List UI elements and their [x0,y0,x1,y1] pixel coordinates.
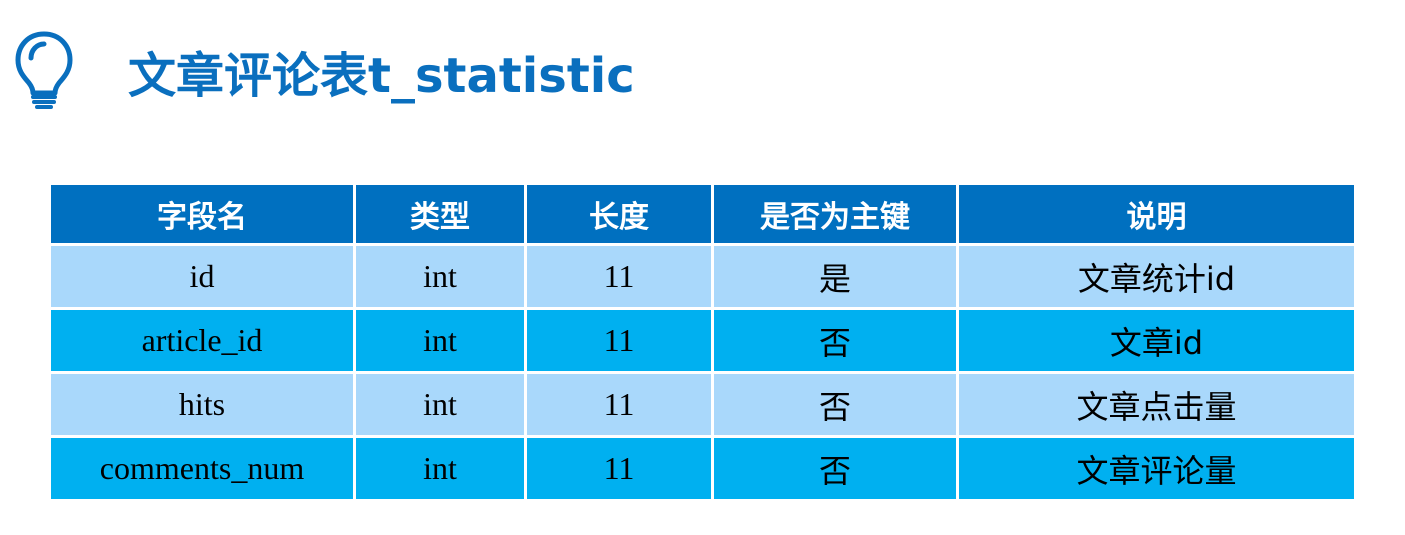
cell-description: 文章点击量 [956,371,1357,438]
lightbulb-icon [15,31,73,109]
cell-type: int [353,371,527,438]
header-primary-key: 是否为主键 [711,182,959,246]
cell-field: hits [48,371,356,438]
cell-description: 文章id [956,307,1357,374]
header-length: 长度 [524,182,714,246]
cell-primary-key: 否 [711,371,959,438]
cell-primary-key: 否 [711,435,959,502]
table-header-row: 字段名 类型 长度 是否为主键 说明 [48,182,1357,246]
cell-length: 11 [524,371,714,438]
cell-length: 11 [524,243,714,310]
cell-field: id [48,243,356,310]
cell-type: int [353,243,527,310]
table-row: comments_num int 11 否 文章评论量 [48,435,1357,502]
cell-description: 文章评论量 [956,435,1357,502]
cell-description: 文章统计id [956,243,1357,310]
table-row: article_id int 11 否 文章id [48,307,1357,374]
cell-type: int [353,435,527,502]
cell-length: 11 [524,307,714,374]
table-row: hits int 11 否 文章点击量 [48,371,1357,438]
cell-primary-key: 否 [711,307,959,374]
cell-type: int [353,307,527,374]
schema-table: 字段名 类型 长度 是否为主键 说明 id int 11 是 文章统计id ar… [48,182,1357,502]
cell-length: 11 [524,435,714,502]
header-type: 类型 [353,182,527,246]
cell-field: article_id [48,307,356,374]
cell-field: comments_num [48,435,356,502]
cell-primary-key: 是 [711,243,959,310]
header-description: 说明 [956,182,1357,246]
table-row: id int 11 是 文章统计id [48,243,1357,310]
header-field-name: 字段名 [48,182,356,246]
page-title: 文章评论表t_statistic [128,48,635,104]
